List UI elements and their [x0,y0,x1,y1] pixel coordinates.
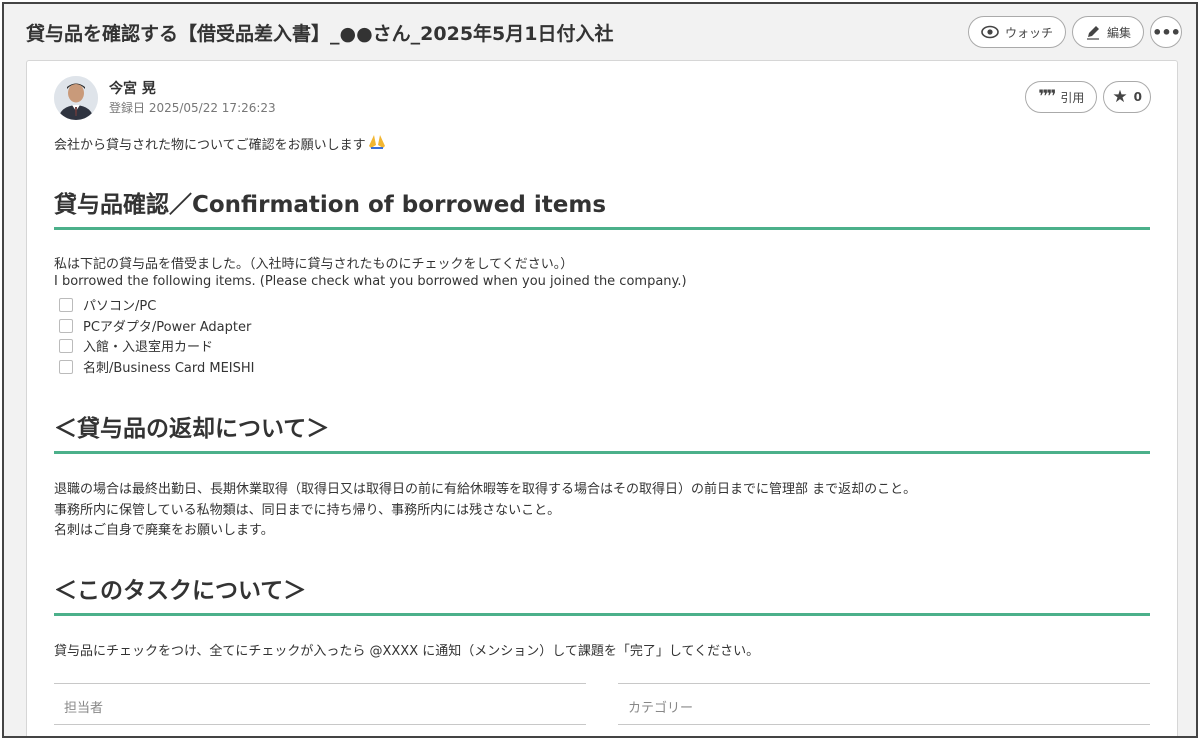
star-icon: ★ [1112,87,1128,107]
header-actions: ウォッチ 編集 ••• [967,16,1182,48]
eye-icon [981,25,999,39]
app-frame: 貸与品を確認する【借受品差入書】_●●さん_2025年5月1日付入社 ウォッチ … [2,2,1198,738]
return-rule-line: 名刺はご自身で廃棄をお願いします。 [54,523,274,538]
author-name[interactable]: 今宮 晃 [109,78,156,98]
task-instruction: 貸与品にチェックをつけ、全てにチェックが入ったら @XXXX に通知（メンション… [54,644,760,659]
return-rule-line: 退職の場合は最終出勤日、長期休業取得（取得日又は取得日の前に有給休暇等を取得する… [54,482,917,497]
section-heading-task: ＜このタスクについて＞ [54,571,1150,616]
assignee-field[interactable]: 担当者 [54,683,586,725]
borrowed-statement-en: I borrowed the following items. (Please … [54,274,687,289]
more-options-button[interactable]: ••• [1150,16,1182,48]
comment-card: 今宮 晃 登録日 2025/05/22 17:26:23 ❞❞ 引用 ★ 0 会… [26,60,1178,736]
checklist-item[interactable]: PCアダプタ/Power Adapter [59,316,251,335]
star-count: 0 [1133,90,1142,104]
checklist-label: パソコン/PC [83,299,157,314]
edit-button[interactable]: 編集 [1071,16,1144,48]
quote-button[interactable]: ❞❞ 引用 [1025,81,1098,113]
watch-label: ウォッチ [1004,25,1053,40]
checklist-label: 入館・入退室用カード [83,340,214,355]
checkbox[interactable] [59,338,73,353]
checkbox[interactable] [59,297,73,312]
intro-text: 会社から貸与された物についてご確認をお願いします [54,133,386,153]
edit-label: 編集 [1106,25,1131,40]
section-heading-return: ＜貸与品の返却について＞ [54,409,1150,454]
checkbox[interactable] [59,359,73,374]
checklist-item[interactable]: 入館・入退室用カード [59,336,213,355]
issue-header: 貸与品を確認する【借受品差入書】_●●さん_2025年5月1日付入社 ウォッチ … [4,4,1196,60]
section-heading-borrowed-items: 貸与品確認／Confirmation of borrowed items [54,185,1150,230]
checkbox[interactable] [59,318,73,333]
created-date: 登録日 2025/05/22 17:26:23 [109,101,276,115]
comment-actions: ❞❞ 引用 ★ 0 [1025,81,1151,113]
user-photo-icon [54,76,98,120]
page-title: 貸与品を確認する【借受品差入書】_●●さん_2025年5月1日付入社 [26,22,614,45]
checklist-item[interactable]: 名刺/Business Card MEISHI [59,357,255,376]
avatar[interactable] [54,76,98,120]
watch-button[interactable]: ウォッチ [967,16,1066,48]
quote-icon: ❞❞ [1038,87,1056,107]
checklist-item[interactable]: パソコン/PC [59,295,156,314]
quote-label: 引用 [1060,90,1085,105]
star-button[interactable]: ★ 0 [1103,81,1151,113]
return-rule-line: 事務所内に保管している私物類は、同日までに持ち帰り、事務所内には残さないこと。 [54,503,561,518]
category-field[interactable]: カテゴリー [618,683,1150,725]
checklist-label: 名刺/Business Card MEISHI [83,361,255,376]
category-label: カテゴリー [628,701,694,716]
ellipsis-icon: ••• [1152,22,1181,42]
folded-hands-icon [368,133,386,153]
pencil-icon [1086,26,1099,40]
borrowed-statement-ja: 私は下記の貸与品を借受ました。（入社時に貸与されたものにチェックをしてください。… [54,257,574,272]
checklist-label: PCアダプタ/Power Adapter [83,320,252,335]
intro-label: 会社から貸与された物についてご確認をお願いします [54,138,366,153]
assignee-label: 担当者 [64,701,104,716]
